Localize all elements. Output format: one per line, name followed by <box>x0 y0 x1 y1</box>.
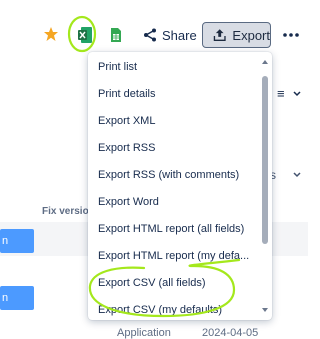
menu-item-export-rss-comments[interactable]: Export RSS (with comments) <box>88 162 256 189</box>
share-icon <box>144 28 156 42</box>
menu-item-export-csv-defaults[interactable]: Export CSV (my defaults) <box>88 297 256 320</box>
export-icon <box>213 29 226 41</box>
excel-icon[interactable] <box>77 26 93 44</box>
star-icon[interactable] <box>43 26 59 42</box>
table-cell: 2024-04-05 <box>202 327 259 339</box>
menu-item-export-xml[interactable]: Export XML <box>88 108 256 135</box>
export-label: Export <box>232 27 270 43</box>
menu-item-print-list[interactable]: Print list <box>88 54 256 81</box>
export-menu: Print list Print details Export XML Expo… <box>88 52 272 320</box>
chevron-down-icon[interactable] <box>293 91 301 97</box>
scroll-up-icon[interactable] <box>261 58 269 66</box>
scroll-thumb[interactable] <box>262 76 268 244</box>
menu-item-export-csv-all[interactable]: Export CSV (all fields) <box>88 270 256 297</box>
status-lozenge[interactable]: n <box>0 286 34 310</box>
list-view-icon[interactable]: ≡ <box>277 86 285 101</box>
toolbar: Share Export <box>0 0 308 60</box>
share-button[interactable]: Share <box>143 24 197 46</box>
status-lozenge[interactable]: n <box>0 229 34 253</box>
scroll-down-icon[interactable] <box>261 306 269 314</box>
menu-item-print-details[interactable]: Print details <box>88 81 256 108</box>
menu-scrollbar[interactable] <box>260 56 270 316</box>
columns-chevron-icon[interactable] <box>293 172 301 178</box>
export-menu-list: Print list Print details Export XML Expo… <box>88 54 256 320</box>
export-button[interactable]: Export <box>202 22 271 48</box>
menu-item-export-html-defaults[interactable]: Export HTML report (my defa... <box>88 243 256 270</box>
table-cell: Application <box>117 327 171 339</box>
menu-item-export-word[interactable]: Export Word <box>88 189 256 216</box>
spreadsheet-icon[interactable] <box>110 27 122 43</box>
share-label: Share <box>162 27 197 43</box>
menu-item-export-rss[interactable]: Export RSS <box>88 135 256 162</box>
menu-item-export-html-all[interactable]: Export HTML report (all fields) <box>88 216 256 243</box>
more-icon[interactable] <box>282 27 300 43</box>
